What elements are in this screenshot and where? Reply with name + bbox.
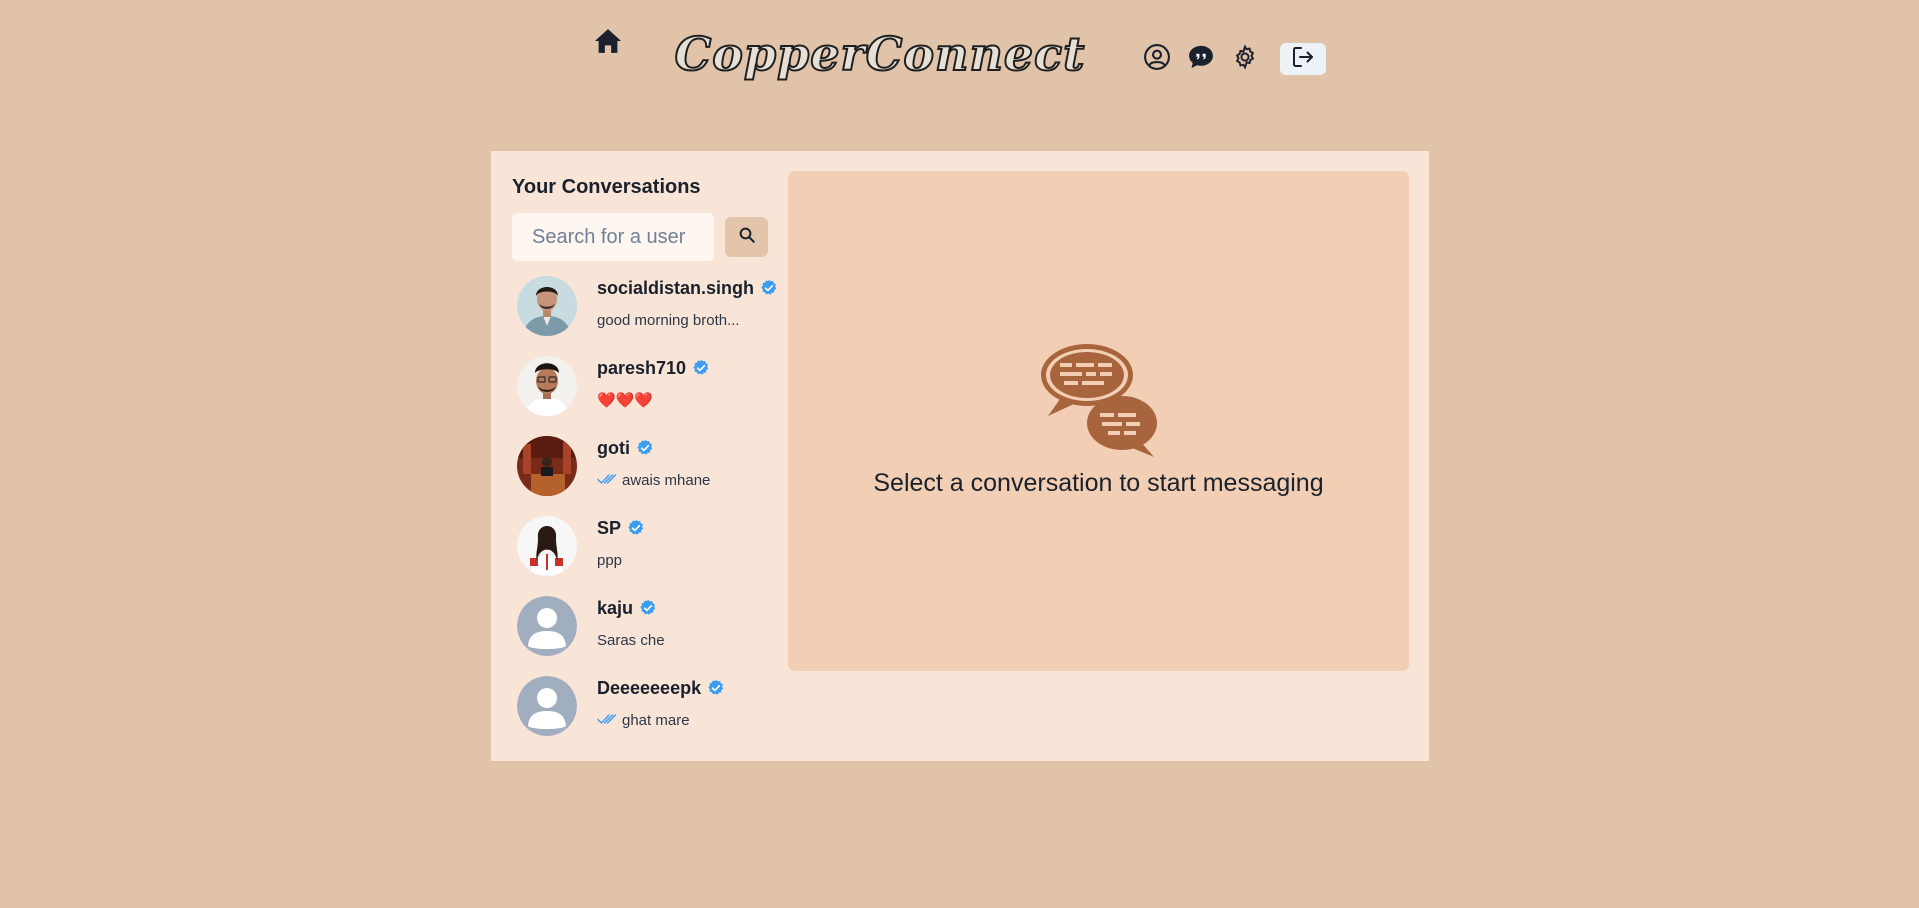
conversation-last-message: ghat mare <box>622 711 690 729</box>
conversation-text: socialdistan.singh good morning broth... <box>597 276 778 330</box>
verified-badge-icon <box>636 439 654 457</box>
conversation-item[interactable]: socialdistan.singh good morning broth... <box>512 273 777 353</box>
conversations-sidebar: Your Conversations Search for a user soc… <box>512 175 777 753</box>
conversation-item[interactable]: kaju Saras che <box>512 593 772 673</box>
conversation-username: paresh710 <box>597 357 687 378</box>
conversation-username: goti <box>597 437 630 458</box>
conversation-username: socialdistan.singh <box>597 277 755 298</box>
home-button[interactable] <box>591 27 625 59</box>
double-check-icon <box>597 713 617 727</box>
top-navbar: CopperConnect <box>0 0 1919 110</box>
conversation-text: SP ppp <box>597 516 645 570</box>
conversation-text: goti awais mhane <box>597 436 710 490</box>
verified-badge-icon <box>627 519 645 537</box>
conversation-username: kaju <box>597 597 634 618</box>
logout-icon <box>1291 45 1315 74</box>
settings-button[interactable] <box>1228 42 1262 76</box>
conversation-text: Deeeeeeepk ghat mare <box>597 676 725 730</box>
double-check-icon <box>597 473 617 487</box>
chat-button[interactable] <box>1184 42 1218 76</box>
verified-badge-icon <box>639 599 657 617</box>
home-icon <box>593 27 623 60</box>
empty-state-message: Select a conversation to start messaging <box>873 469 1324 497</box>
avatar <box>517 516 577 576</box>
app-logo[interactable]: CopperConnect <box>674 18 1086 90</box>
conversation-item[interactable]: Deeeeeeepk ghat mare <box>512 673 772 753</box>
profile-button[interactable] <box>1140 42 1174 76</box>
conversation-item[interactable]: SP ppp <box>512 513 772 593</box>
conversation-last-message: Saras che <box>597 631 665 649</box>
conversation-last-message: good morning broth... <box>597 311 740 329</box>
sidebar-title: Your Conversations <box>512 176 701 198</box>
chat-page-card: Your Conversations Search for a user soc… <box>491 151 1429 761</box>
avatar <box>517 276 577 336</box>
conversation-text: paresh710 ❤️❤️❤️ <box>597 356 710 410</box>
avatar <box>517 596 577 656</box>
user-circle-icon <box>1143 43 1171 76</box>
search-input[interactable] <box>512 213 714 261</box>
user-search-form <box>512 213 772 261</box>
verified-badge-icon <box>707 679 725 697</box>
gear-icon <box>1232 43 1258 75</box>
conversation-username: SP <box>597 517 622 538</box>
conversation-item[interactable]: paresh710 ❤️❤️❤️ <box>512 353 772 433</box>
conversation-list: socialdistan.singh good morning broth... <box>512 273 777 753</box>
conversation-last-message: ppp <box>597 551 623 569</box>
conversation-last-message: ❤️❤️❤️ <box>597 392 654 409</box>
search-icon <box>738 226 756 249</box>
avatar <box>517 356 577 416</box>
message-panel-empty-state: Select a conversation to start messaging <box>788 171 1409 671</box>
chat-quote-icon <box>1187 43 1215 76</box>
header-actions <box>1140 42 1326 76</box>
verified-badge-icon <box>692 359 710 377</box>
conversation-item[interactable]: goti awais mhane <box>512 433 772 513</box>
conversation-last-message: awais mhane <box>622 471 711 489</box>
search-button[interactable] <box>725 217 768 257</box>
verified-badge-icon <box>760 279 778 297</box>
avatar <box>517 436 577 496</box>
conversation-username: Deeeeeeepk <box>597 677 702 698</box>
conversation-bubbles-icon <box>1040 341 1158 457</box>
conversation-text: kaju Saras che <box>597 596 665 650</box>
avatar <box>517 676 577 736</box>
logout-button[interactable] <box>1280 43 1326 75</box>
